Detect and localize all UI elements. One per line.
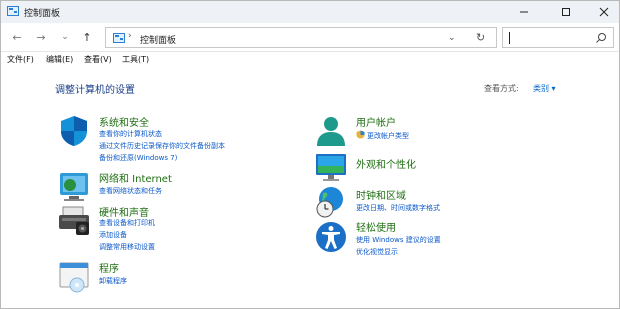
user-icon[interactable] (314, 114, 348, 148)
accessibility-icon[interactable] (314, 220, 348, 254)
menu-tools[interactable]: 工具(T) (122, 54, 149, 65)
arrow-left-icon: ← (12, 30, 22, 44)
link-change-account-type[interactable]: 更改帐户类型 (367, 131, 409, 141)
arrow-right-icon: → (36, 30, 46, 44)
chevron-down-icon[interactable]: ⌄ (448, 33, 456, 43)
minimize-button[interactable] (505, 1, 543, 23)
link-uninstall-program[interactable]: 卸载程序 (99, 276, 127, 286)
title-bar: 控制面板 (1, 1, 619, 23)
network-globe-icon[interactable] (57, 170, 91, 204)
link-change-date-time[interactable]: 更改日期、时间或数字格式 (356, 203, 440, 213)
text-caret (509, 32, 510, 44)
uac-shield-icon (356, 130, 365, 139)
link-backup-restore[interactable]: 备份和还原(Windows 7) (99, 153, 177, 163)
category-system-security[interactable]: 系统和安全 (99, 114, 149, 129)
shield-icon[interactable] (57, 114, 91, 148)
menu-view[interactable]: 查看(V) (84, 54, 112, 65)
category-appearance[interactable]: 外观和个性化 (356, 156, 416, 171)
address-bar[interactable]: › 控制面板 ⌄ ↻ (105, 27, 497, 48)
link-recommended-settings[interactable]: 使用 Windows 建议的设置 (356, 235, 441, 245)
view-by-label: 查看方式: (484, 84, 519, 93)
category-ease-of-access[interactable]: 轻松使用 (356, 219, 396, 234)
page-title: 调整计算机的设置 (55, 85, 135, 96)
category-programs[interactable]: 程序 (99, 260, 119, 275)
arrow-up-icon: ↑ (82, 30, 92, 44)
category-hardware-sound[interactable]: 硬件和声音 (99, 204, 149, 219)
category-clock-region[interactable]: 时钟和区域 (356, 187, 406, 202)
breadcrumb-chevron-icon[interactable]: › (128, 31, 132, 41)
link-mobility-settings[interactable]: 调整常用移动设置 (99, 242, 155, 252)
search-box[interactable] (502, 27, 614, 48)
control-panel-window: 控制面板 ← → ⌄ ↑ › 控制面板 ⌄ ↻ 文件(F) 编辑(E) 查看(V… (0, 0, 620, 309)
link-devices-printers[interactable]: 查看设备和打印机 (99, 218, 155, 228)
chevron-down-icon: ⌄ (61, 32, 69, 42)
monitor-icon[interactable] (314, 151, 348, 185)
navigation-bar: ← → ⌄ ↑ › 控制面板 ⌄ ↻ (1, 24, 619, 52)
link-view-computer-status[interactable]: 查看你的计算机状态 (99, 129, 162, 139)
window-title: 控制面板 (24, 9, 61, 19)
close-icon (599, 7, 609, 17)
view-by-dropdown[interactable]: 类别 ▾ (533, 83, 556, 94)
breadcrumb-current[interactable]: 控制面板 (140, 33, 176, 46)
menu-file[interactable]: 文件(F) (7, 54, 34, 65)
programs-icon[interactable] (57, 260, 91, 294)
up-button[interactable]: ↑ (79, 30, 95, 44)
forward-button[interactable]: → (33, 30, 49, 44)
back-button[interactable]: ← (9, 30, 25, 44)
minimize-icon (520, 11, 528, 13)
clock-globe-icon[interactable] (314, 185, 348, 219)
control-panel-icon (7, 6, 19, 16)
category-user-accounts[interactable]: 用户帐户 (356, 114, 396, 129)
link-file-history-backup[interactable]: 通过文件历史记录保存你的文件备份副本 (99, 141, 225, 151)
main-content: 调整计算机的设置 查看方式: 类别 ▾ 系统和安全 查看你的计算机状态 通过文件… (1, 67, 619, 307)
search-icon[interactable] (595, 32, 607, 44)
link-network-status[interactable]: 查看网络状态和任务 (99, 186, 162, 196)
menu-edit[interactable]: 编辑(E) (46, 54, 73, 65)
maximize-button[interactable] (547, 1, 585, 23)
link-add-device[interactable]: 添加设备 (99, 230, 127, 240)
recent-locations-button[interactable]: ⌄ (57, 30, 73, 44)
category-network-internet[interactable]: 网络和 Internet (99, 170, 172, 185)
printer-icon[interactable] (57, 204, 91, 238)
menu-bar: 文件(F) 编辑(E) 查看(V) 工具(T) (1, 52, 619, 66)
control-panel-icon (113, 33, 125, 43)
close-button[interactable] (585, 1, 620, 23)
refresh-icon[interactable]: ↻ (476, 31, 485, 44)
maximize-icon (562, 8, 570, 16)
link-optimize-display[interactable]: 优化视觉显示 (356, 247, 398, 257)
